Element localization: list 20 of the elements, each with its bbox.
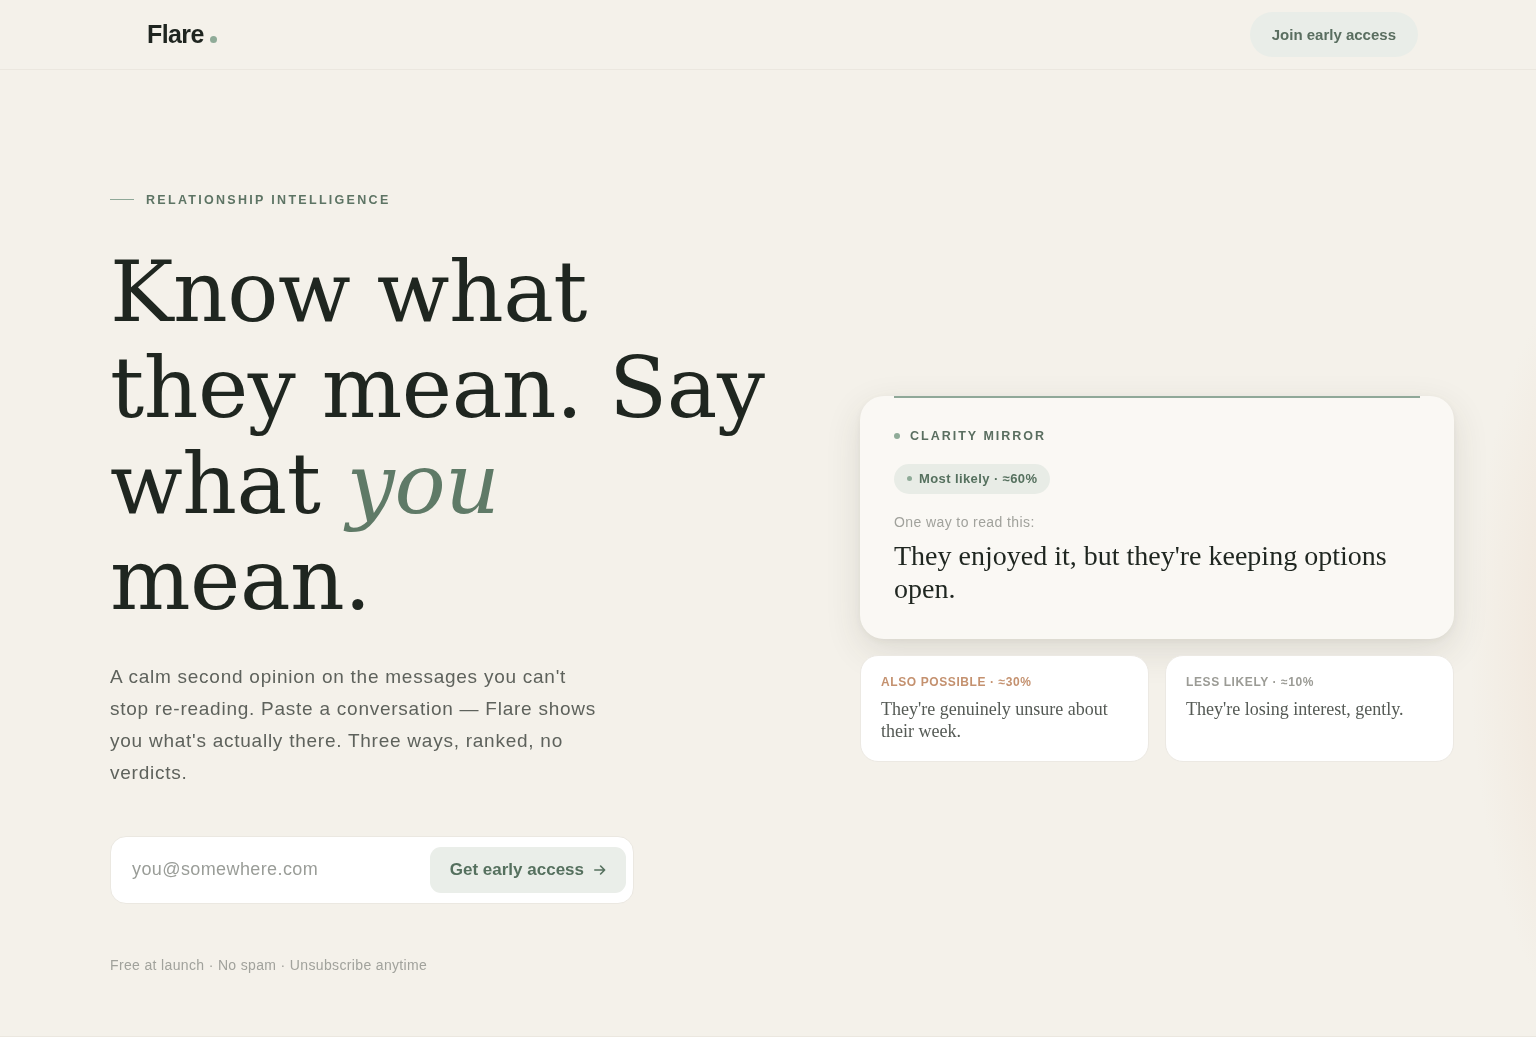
- email-field[interactable]: you@somewhere.com: [132, 854, 422, 885]
- likelihood-label: ALSO POSSIBLE · ≈30%: [881, 674, 1033, 689]
- intro-text: A calm second opinion on the messages you can't stop re-reading. Paste a conversation — Flare shows you what's actually there. Three ways, ranked, no verdicts.: [110, 664, 598, 785]
- signup-note: Free at launch · No spam · Unsubscribe anytime: [110, 956, 428, 973]
- dot-icon: [209, 36, 217, 43]
- arrow-icon: [594, 864, 606, 875]
- logo-wordmark[interactable]: Flare: [147, 20, 204, 49]
- reading-text: They're losing interest, gently.: [1186, 697, 1405, 720]
- join-button[interactable]: Join early access: [1249, 12, 1418, 57]
- headline: Know what they mean. Say what you mean.: [110, 240, 766, 631]
- dot-icon: [907, 476, 912, 481]
- likelihood-text: Most likely · ≈60%: [919, 471, 1038, 486]
- eyebrow-label: RELATIONSHIP INTELLIGENCE: [146, 192, 391, 207]
- dot-icon: [894, 432, 900, 439]
- submit-button[interactable]: Get early access: [429, 846, 626, 893]
- reading-text: They're genuinely unsure about their week.: [881, 697, 1109, 742]
- reading-text: They enjoyed it, but they're keeping options open.: [894, 538, 1388, 605]
- card-label: CLARITY MIRROR: [910, 428, 1047, 443]
- likelihood-label: LESS LIKELY · ≈10%: [1186, 674, 1316, 689]
- lead-text: One way to read this:: [894, 512, 1036, 531]
